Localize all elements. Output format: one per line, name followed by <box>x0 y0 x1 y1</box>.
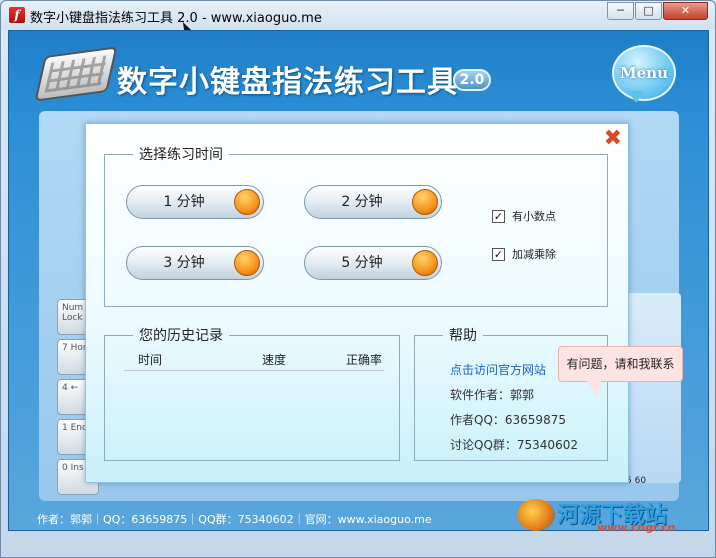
duration-3min-label: 3 分钟 <box>163 255 205 271</box>
duration-2min-button[interactable]: 2 分钟 <box>304 185 442 219</box>
keyboard-logo-icon <box>34 46 118 102</box>
background-chart-panel <box>621 293 681 483</box>
duration-5min-button[interactable]: 5 分钟 <box>304 246 442 280</box>
history-column-time: 时间 <box>138 353 163 367</box>
title-bar[interactable]: f 数字小键盘指法练习工具 2.0 - www.xiaoguo.me ─ □ ✕ <box>1 1 715 41</box>
practice-time-dialog: ✖ 选择练习时间 1 分钟 2 分钟 3 分钟 5 分钟 ✓ 有小数点 ✓ 加减… <box>85 123 683 483</box>
decimal-checkbox-label: 有小数点 <box>512 210 556 223</box>
orange-orb-icon <box>412 250 438 276</box>
help-author: 软件作者：郭郭 <box>450 388 535 402</box>
duration-1min-button[interactable]: 1 分钟 <box>126 185 264 219</box>
checkmark-icon[interactable]: ✓ <box>492 209 505 223</box>
help-author-qq: 作者QQ：63659875 <box>450 413 566 427</box>
app-window: f 数字小键盘指法练习工具 2.0 - www.xiaoguo.me ─ □ ✕… <box>0 0 716 558</box>
orange-orb-icon <box>412 189 438 215</box>
history-column-speed: 速度 <box>262 353 287 367</box>
duration-5min-label: 5 分钟 <box>341 255 383 271</box>
official-site-link[interactable]: 点击访问官方网站 <box>450 361 546 378</box>
history-legend: 您的历史记录 <box>139 328 223 344</box>
time-selection-group: 选择练习时间 <box>104 144 608 307</box>
close-window-button[interactable]: ✕ <box>663 2 708 20</box>
duration-3min-button[interactable]: 3 分钟 <box>126 246 264 280</box>
window-controls: ─ □ ✕ <box>606 2 708 20</box>
help-qq-group: 讨论QQ群：75340602 <box>450 438 578 452</box>
app-title: 数字小键盘指法练习工具 <box>117 65 458 100</box>
contact-tooltip: 有问题，请和我联系 <box>558 346 683 397</box>
footer-info: 作者：郭郭｜QQ：63659875｜QQ群：75340602｜官网：www.xi… <box>37 513 432 526</box>
version-badge: 2.0 <box>453 69 491 91</box>
chart-axis-labels: 5 60 <box>626 476 647 486</box>
help-legend: 帮助 <box>449 328 477 344</box>
orange-orb-icon <box>234 250 260 276</box>
watermark-logo-icon <box>517 499 555 531</box>
duration-2min-label: 2 分钟 <box>341 194 383 210</box>
time-selection-legend: 选择练习时间 <box>139 147 223 163</box>
window-title: 数字小键盘指法练习工具 2.0 - www.xiaoguo.me <box>30 11 322 26</box>
minimize-button[interactable]: ─ <box>607 2 634 20</box>
flash-app-icon: f <box>9 7 25 23</box>
arithmetic-checkbox[interactable]: ✓ 加减乘除 <box>492 246 556 262</box>
menu-button[interactable]: Menu <box>612 45 676 103</box>
arithmetic-checkbox-label: 加减乘除 <box>512 248 556 261</box>
history-header-divider <box>124 370 384 371</box>
history-group: 您的历史记录 <box>104 325 400 461</box>
watermark: 河源下载站 www.cngr.cn <box>517 497 716 534</box>
history-column-accuracy: 正确率 <box>346 353 383 367</box>
orange-orb-icon <box>234 189 260 215</box>
maximize-button[interactable]: □ <box>635 2 662 20</box>
watermark-url: www.cngr.cn <box>597 521 676 534</box>
duration-1min-label: 1 分钟 <box>163 194 205 210</box>
decimal-checkbox[interactable]: ✓ 有小数点 <box>492 208 556 224</box>
checkmark-icon[interactable]: ✓ <box>492 247 505 261</box>
